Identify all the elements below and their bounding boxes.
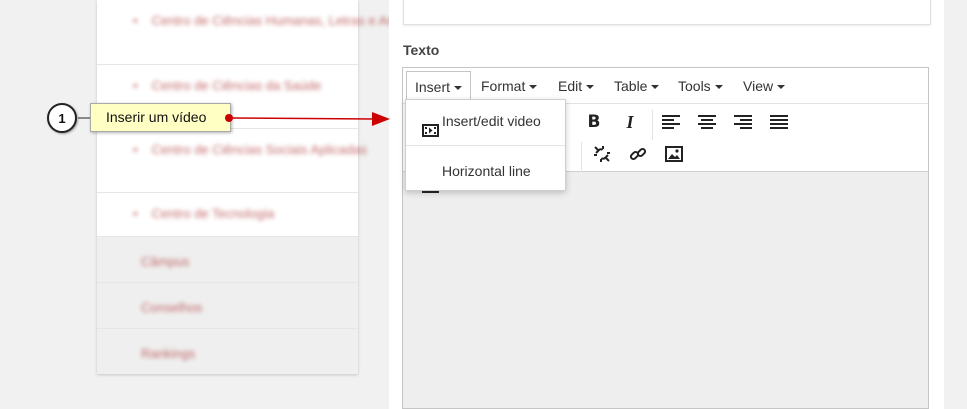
unlink-button[interactable]: [586, 139, 618, 169]
align-center-icon: [698, 115, 716, 129]
align-left-icon: [662, 115, 680, 129]
caret-down-icon: [777, 85, 786, 90]
menu-tools[interactable]: Tools: [670, 71, 731, 101]
align-center-button[interactable]: [691, 107, 723, 137]
field-label: Texto: [403, 42, 440, 58]
align-justify-icon: [770, 115, 788, 129]
step-number-badge: 1: [47, 103, 77, 133]
sidebar-item-label: Rankings: [141, 346, 196, 361]
sidebar-item-sociais[interactable]: Centro de Ciências Sociais Aplicadas: [97, 129, 367, 193]
link-icon: [629, 147, 647, 161]
menu-edit[interactable]: Edit: [550, 71, 602, 101]
sidebar-item-rankings[interactable]: Rankings: [97, 329, 358, 374]
sidebar-item-label: Conselhos: [141, 300, 203, 315]
image-icon: [665, 146, 683, 162]
caret-down-icon: [714, 85, 723, 90]
link-button[interactable]: [622, 139, 654, 169]
sidebar-item-label: Câmpus: [141, 254, 190, 269]
sidebar-item-campus[interactable]: Câmpus: [97, 237, 358, 283]
sidebar-item-humanas[interactable]: Centro de Ciências Humanas, Letras e Art…: [97, 0, 409, 65]
menu-item-label: Horizontal line: [442, 163, 531, 179]
sidebar-item-label: Centro de Ciências da Saúde: [127, 74, 322, 98]
caret-down-icon: [586, 85, 595, 90]
sidebar: Centro de Ciências Humanas, Letras e Art…: [97, 0, 409, 374]
bold-button[interactable]: B: [578, 107, 610, 137]
menu-table[interactable]: Table: [606, 71, 667, 101]
menu-format[interactable]: Format: [473, 71, 545, 101]
italic-button[interactable]: I: [614, 107, 646, 137]
align-right-icon: [734, 115, 752, 129]
caret-down-icon: [651, 85, 660, 90]
insert-dropdown-menu: Insert/edit video Horizontal line: [405, 99, 566, 193]
menu-item-horizontal-line[interactable]: Horizontal line: [406, 153, 565, 193]
sidebar-item-conselhos[interactable]: Conselhos: [97, 283, 358, 329]
menu-item-insert-video[interactable]: Insert/edit video: [406, 103, 565, 139]
tutorial-callout: Inserir um vídeo: [90, 103, 231, 132]
previous-field-box[interactable]: [403, 0, 931, 25]
menu-view[interactable]: View: [735, 71, 793, 101]
align-left-button[interactable]: [655, 107, 687, 137]
editor-content-area[interactable]: [403, 172, 928, 408]
unlink-icon: [594, 146, 610, 162]
sidebar-item-label: Centro de Ciências Humanas, Letras e Art…: [127, 9, 409, 33]
sidebar-item-label: Centro de Ciências Sociais Aplicadas: [127, 138, 367, 162]
align-right-button[interactable]: [727, 107, 759, 137]
horizontal-line-icon: [422, 170, 439, 206]
sidebar-item-tecnologia[interactable]: Centro de Tecnologia: [97, 193, 358, 237]
menu-item-label: Insert/edit video: [442, 113, 541, 129]
caret-down-icon: [529, 85, 538, 90]
menu-insert[interactable]: Insert: [406, 71, 472, 101]
menu-divider: [406, 145, 565, 146]
sidebar-item-label: Centro de Tecnologia: [127, 202, 275, 226]
caret-down-icon: [454, 86, 463, 91]
align-justify-button[interactable]: [763, 107, 795, 137]
image-button[interactable]: [658, 139, 690, 169]
